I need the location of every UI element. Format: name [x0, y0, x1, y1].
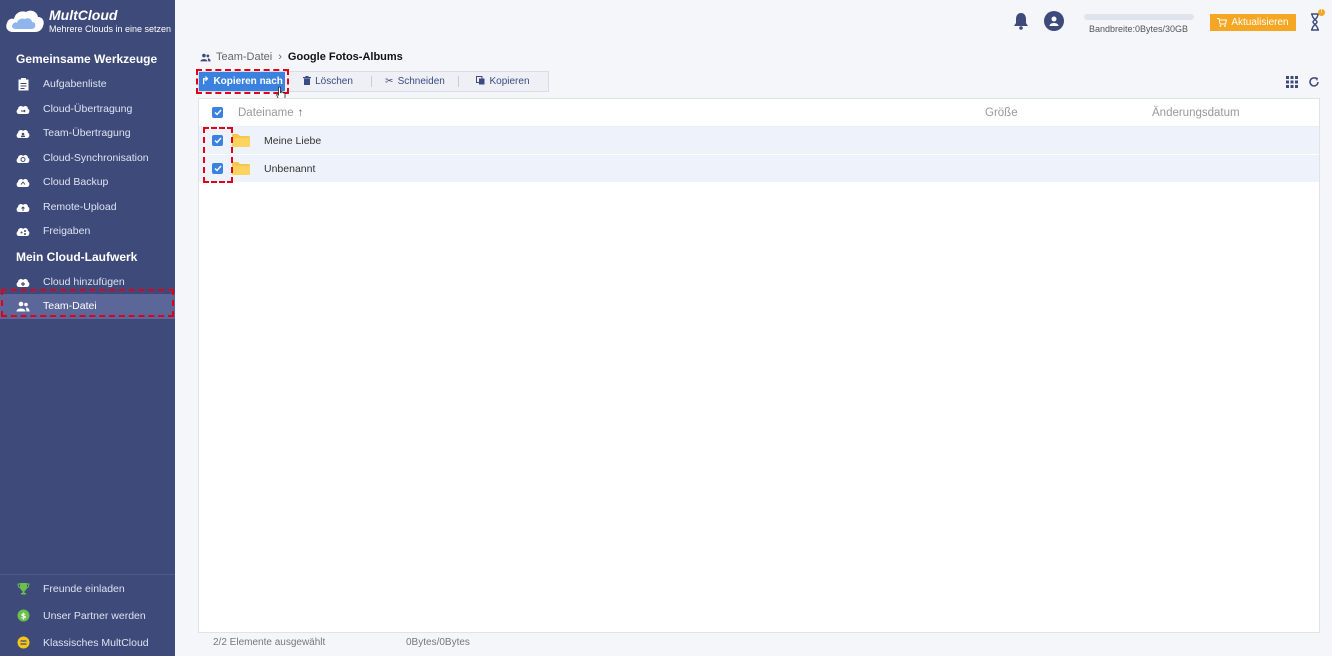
- refresh-icon[interactable]: [1308, 76, 1320, 91]
- breadcrumb-root[interactable]: Team-Datei: [216, 51, 272, 63]
- clipboard-icon: [16, 77, 30, 91]
- copy-label: Kopieren: [489, 76, 530, 87]
- upgrade-button[interactable]: Aktualisieren: [1210, 14, 1296, 31]
- sidebar-item-label: Cloud Backup: [43, 176, 109, 189]
- sidebar-item-cloud-backup[interactable]: Cloud Backup: [0, 170, 175, 195]
- scissors-icon: ✂: [385, 76, 394, 87]
- cut-button[interactable]: ✂ Schneiden: [372, 72, 458, 91]
- select-all-checkbox[interactable]: [212, 107, 223, 118]
- breadcrumb-current: Google Fotos-Albums: [287, 51, 403, 63]
- share-icon: [16, 224, 30, 238]
- delete-label: Löschen: [315, 76, 353, 87]
- column-size[interactable]: Größe: [985, 107, 1018, 119]
- cart-icon: [1217, 18, 1228, 27]
- file-table: Dateiname ↑ Größe Änderungsdatum Meine L…: [198, 98, 1320, 633]
- cloud-backup-icon: [16, 175, 30, 189]
- hourglass-icon[interactable]: !: [1309, 9, 1325, 35]
- cloud-add-icon: [16, 275, 30, 289]
- breadcrumb: Team-Datei › Google Fotos-Albums: [200, 51, 403, 63]
- column-name-label: Dateiname: [238, 106, 294, 119]
- svg-text:$: $: [20, 612, 26, 621]
- chevron-right-icon: ›: [278, 51, 282, 63]
- sidebar-item-cloud-sync[interactable]: Cloud-Synchronisation: [0, 146, 175, 171]
- sidebar-item-invite-friends[interactable]: Freunde einladen: [0, 575, 175, 602]
- sidebar-item-classic[interactable]: Klassisches MultCloud: [0, 629, 175, 656]
- topbar: Bandbreite:0Bytes/30GB Aktualisieren !: [175, 0, 1332, 42]
- cut-label: Schneiden: [397, 76, 445, 87]
- sidebar-item-label: Aufgabenliste: [43, 78, 107, 91]
- bandwidth-bar: [1084, 14, 1194, 20]
- cloud-transfer-icon: [16, 102, 30, 116]
- column-name[interactable]: Dateiname ↑: [238, 107, 303, 119]
- trophy-icon: [16, 582, 30, 596]
- section-title-drive: Mein Cloud-Laufwerk: [16, 249, 138, 264]
- sidebar-item-label: Cloud-Übertragung: [43, 102, 133, 115]
- user-avatar-icon[interactable]: [1044, 11, 1064, 31]
- file-name[interactable]: Unbenannt: [264, 163, 315, 175]
- sidebar-item-aufgabenliste[interactable]: Aufgabenliste: [0, 72, 175, 97]
- classic-icon: [16, 636, 30, 650]
- sidebar-item-team-transfer[interactable]: Team-Übertragung: [0, 121, 175, 146]
- table-row[interactable]: Unbenannt: [199, 155, 1319, 183]
- sidebar-item-label: Cloud hinzufügen: [43, 275, 125, 288]
- dollar-icon: $: [16, 609, 30, 623]
- cloud-sync-icon: [16, 151, 30, 165]
- folder-icon: [232, 134, 250, 147]
- sidebar-item-label: Freigaben: [43, 225, 91, 238]
- delete-button[interactable]: Löschen: [285, 72, 371, 91]
- app-name: MultCloud: [49, 7, 118, 24]
- sidebar-item-label: Team-Übertragung: [43, 127, 131, 140]
- sidebar-item-partner[interactable]: $ Unser Partner werden: [0, 602, 175, 629]
- sort-up-icon: ↑: [297, 106, 304, 119]
- cloud-logo-icon: [4, 5, 46, 37]
- sidebar-item-label: Cloud-Synchronisation: [43, 151, 149, 164]
- sidebar-item-cloud-transfer[interactable]: Cloud-Übertragung: [0, 97, 175, 122]
- app-tagline: Mehrere Clouds in eine setzen: [49, 24, 172, 34]
- sidebar-item-label: Remote-Upload: [43, 200, 117, 213]
- selection-size: 0Bytes/0Bytes: [406, 637, 470, 648]
- sidebar-item-freigaben[interactable]: Freigaben: [0, 219, 175, 244]
- team-icon: [200, 53, 211, 62]
- copy-button[interactable]: Kopieren: [459, 72, 547, 91]
- highlight-checkboxes: [203, 127, 233, 183]
- trash-icon: [303, 75, 312, 88]
- upgrade-label: Aktualisieren: [1231, 17, 1289, 28]
- team-transfer-icon: [16, 126, 30, 140]
- bell-icon[interactable]: [1013, 12, 1029, 33]
- remote-upload-icon: [16, 200, 30, 214]
- selection-status: 2/2 Elemente ausgewählt: [213, 637, 326, 648]
- bandwidth-text: Bandbreite:0Bytes/30GB: [1089, 24, 1189, 34]
- sidebar-item-label: Unser Partner werden: [43, 609, 146, 622]
- sidebar-footer: Freunde einladen $ Unser Partner werden …: [0, 574, 175, 656]
- section-title-tools: Gemeinsame Werkzeuge: [16, 52, 158, 66]
- logo[interactable]: MultCloud Mehrere Clouds in eine setzen: [0, 0, 175, 42]
- copy-icon: [476, 75, 485, 88]
- sidebar: MultCloud Mehrere Clouds in eine setzen …: [0, 0, 175, 656]
- view-controls: [1286, 76, 1320, 91]
- sidebar-item-label: Freunde einladen: [43, 582, 125, 595]
- column-date[interactable]: Änderungsdatum: [1152, 107, 1240, 119]
- grid-view-icon[interactable]: [1286, 76, 1298, 91]
- highlight-team-datei: [1, 289, 174, 317]
- table-header: Dateiname ↑ Größe Änderungsdatum: [199, 99, 1319, 127]
- folder-icon: [232, 162, 250, 175]
- table-row[interactable]: Meine Liebe: [199, 127, 1319, 155]
- notification-badge: !: [1318, 9, 1325, 16]
- sidebar-item-label: Klassisches MultCloud: [43, 636, 149, 649]
- file-name[interactable]: Meine Liebe: [264, 135, 321, 147]
- sidebar-item-remote-upload[interactable]: Remote-Upload: [0, 195, 175, 220]
